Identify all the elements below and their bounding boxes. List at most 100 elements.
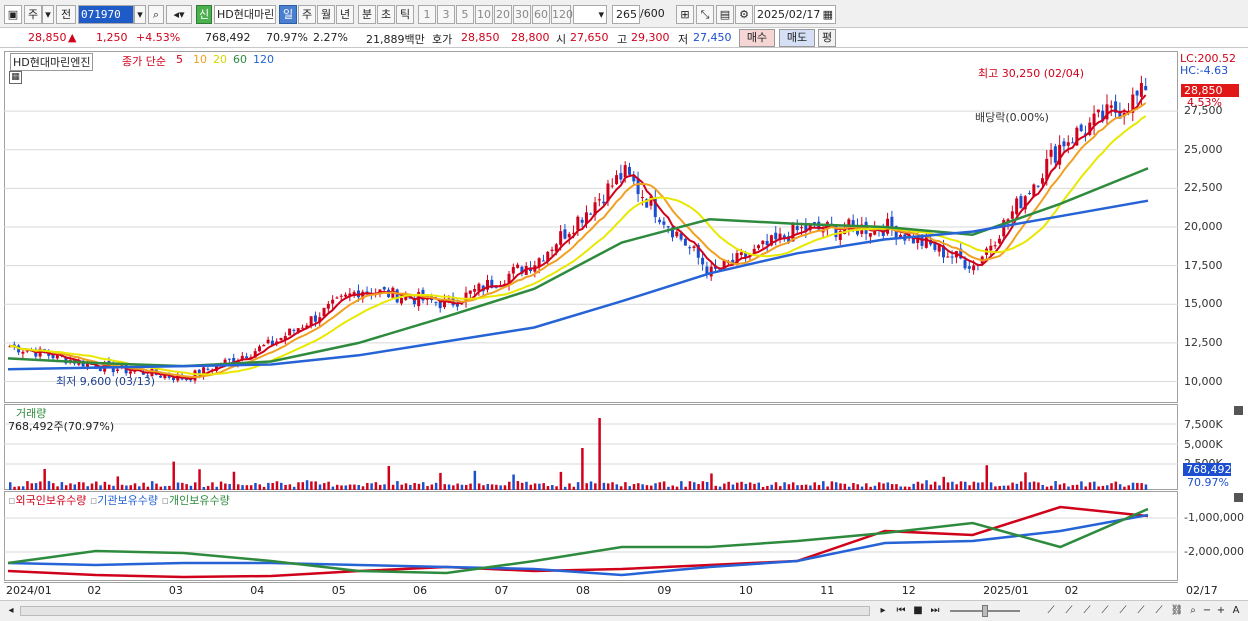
candle-body — [1109, 105, 1113, 108]
volume-bar — [568, 483, 571, 490]
volume-bar — [17, 486, 21, 490]
candle-body — [688, 247, 692, 249]
window-icon[interactable]: ▣ — [4, 5, 22, 24]
average-button[interactable]: 평 — [818, 29, 836, 47]
num-60[interactable]: 60 — [532, 5, 550, 24]
volume-bar — [1144, 484, 1148, 490]
volume-bar — [103, 481, 107, 490]
stop-icon[interactable]: ■ — [911, 604, 925, 618]
num-120[interactable]: 120 — [551, 5, 573, 24]
period-week[interactable]: 주 — [298, 5, 316, 24]
volume-bar — [533, 483, 537, 490]
forward-icon[interactable]: ⏭ — [928, 604, 942, 618]
num-20[interactable]: 20 — [494, 5, 512, 24]
speaker-icon[interactable]: ◂▾ — [166, 5, 192, 24]
num-3[interactable]: 3 — [437, 5, 455, 24]
volume-bar — [168, 485, 171, 490]
auto-scale-icon[interactable]: A — [1229, 604, 1243, 618]
candle-body — [25, 350, 29, 352]
volume-bar — [598, 418, 601, 490]
scroll-left-icon[interactable]: ◂ — [4, 604, 18, 618]
scrollbar-track[interactable] — [20, 606, 870, 616]
buy-button[interactable]: 매수 — [739, 29, 775, 47]
candle-body — [658, 219, 662, 223]
zoom-out-icon[interactable]: − — [1200, 604, 1214, 618]
volume-bar — [447, 484, 451, 490]
scroll-right-icon[interactable]: ▸ — [876, 604, 890, 618]
chart-type-wave-icon[interactable]: ⟋ — [1134, 604, 1148, 618]
candle-body — [193, 370, 197, 381]
candle-body — [1015, 198, 1019, 215]
candle-body — [950, 256, 954, 258]
volume-chart[interactable] — [4, 404, 1178, 490]
x-label-7: 08 — [576, 584, 590, 597]
volume-bar — [968, 485, 971, 490]
num-10[interactable]: 10 — [475, 5, 493, 24]
volume-bar — [581, 448, 584, 490]
candle-body — [288, 328, 292, 336]
volume-bar — [387, 465, 391, 490]
volume-bar — [116, 476, 120, 490]
chart-type-step-icon[interactable]: ⟋ — [1116, 604, 1130, 618]
btn-shin[interactable]: 신 — [196, 5, 212, 24]
candle-body — [550, 249, 554, 252]
calendar-icon[interactable]: ▦ — [823, 6, 835, 23]
volume-bar — [370, 483, 373, 490]
period-year[interactable]: 년 — [336, 5, 354, 24]
chevron-down-icon[interactable]: ▾ — [42, 5, 54, 24]
volume-bar — [619, 486, 623, 490]
candle-body — [701, 257, 705, 265]
chart-type-area-icon[interactable]: ⟋ — [1098, 604, 1112, 618]
volume-bar — [262, 486, 266, 490]
link-icon[interactable]: ⛓ — [1170, 604, 1184, 618]
stock-tag[interactable]: HD현대마린엔진 — [10, 53, 94, 71]
rewind-icon[interactable]: ⏮ — [894, 604, 908, 618]
chart-type-line-icon[interactable]: ⟋ — [1044, 604, 1058, 618]
stock-code-input[interactable]: 071970 — [78, 5, 134, 24]
period-day[interactable]: 일 — [279, 5, 297, 24]
code-dropdown-icon[interactable]: ▾ — [134, 5, 146, 24]
zoom-slider-thumb[interactable] — [982, 605, 988, 617]
num-5[interactable]: 5 — [456, 5, 474, 24]
chart-type-alt-icon[interactable]: ⟋ — [1152, 604, 1166, 618]
volume-bar — [998, 486, 1001, 490]
table-icon[interactable]: ▦ — [9, 71, 22, 84]
num-30[interactable]: 30 — [513, 5, 531, 24]
volume-bar — [727, 481, 730, 490]
candle-body — [795, 226, 799, 231]
search-zoom-icon[interactable]: ⌕ — [1186, 604, 1200, 618]
chart-type-candle-icon[interactable]: ⟋ — [1080, 604, 1094, 618]
count-input[interactable]: 265 — [612, 5, 640, 24]
chart-tools-icon[interactable]: ⊞ — [676, 5, 694, 24]
period-second[interactable]: 초 — [377, 5, 395, 24]
save-icon[interactable]: ▤ — [716, 5, 734, 24]
num-1[interactable]: 1 — [418, 5, 436, 24]
period-minute[interactable]: 분 — [358, 5, 376, 24]
period-tick[interactable]: 틱 — [396, 5, 414, 24]
volume-bar — [929, 484, 933, 490]
zoom-in-icon[interactable]: + — [1214, 604, 1228, 618]
price-chart[interactable] — [4, 51, 1178, 403]
period-month[interactable]: 월 — [317, 5, 335, 24]
candle-body — [477, 283, 481, 292]
date-input[interactable]: 2025/02/17 ▦ — [754, 5, 836, 24]
custom-period-select[interactable]: ▾ — [573, 5, 607, 24]
volume-bar — [56, 486, 59, 490]
btn-ju[interactable]: 주 — [24, 5, 42, 24]
btn-jeon[interactable]: 전 — [56, 5, 76, 24]
panel-close-icon-2[interactable] — [1234, 493, 1243, 502]
volume-bar — [34, 483, 38, 490]
draw-line-icon[interactable]: ⤡ — [696, 5, 714, 24]
volume-bar — [877, 482, 881, 490]
ma-20-line — [9, 115, 1147, 376]
volume-bar — [718, 486, 722, 490]
candle-body — [765, 240, 769, 246]
price-ytick-1: 25,000 — [1184, 142, 1223, 156]
chart-type-bar-icon[interactable]: ⟋ — [1062, 604, 1076, 618]
sell-button[interactable]: 매도 — [779, 29, 815, 47]
volume-bar — [275, 481, 279, 490]
panel-close-icon[interactable] — [1234, 406, 1243, 415]
gear-icon[interactable]: ⚙ — [735, 5, 753, 24]
volume-bar — [925, 480, 928, 490]
search-icon[interactable]: ⌕ — [148, 5, 164, 24]
